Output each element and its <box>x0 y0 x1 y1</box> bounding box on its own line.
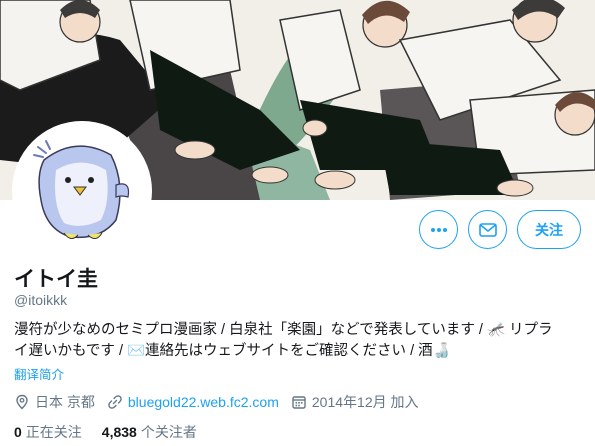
message-button[interactable] <box>468 210 507 249</box>
penguin-avatar-image <box>16 125 148 257</box>
following-count: 0 <box>14 424 22 440</box>
profile-stats: 0 正在关注 4,838 个关注者 <box>14 422 217 442</box>
bio-line-2: イ遅いかもです / ✉️連絡先はウェブサイトをご確認ください / 酒🍶 <box>14 343 451 359</box>
translate-bio-link[interactable]: 翻译简介 <box>14 364 64 383</box>
join-date: 2014年12月 加入 <box>291 392 419 412</box>
following-stat[interactable]: 0 正在关注 <box>14 422 82 442</box>
more-button[interactable] <box>419 210 458 249</box>
location-pin-icon <box>16 394 28 410</box>
more-icon <box>430 227 447 232</box>
location: 日本 京都 <box>14 392 95 412</box>
user-handle: @itoikkk <box>14 292 68 308</box>
link-icon <box>108 395 122 409</box>
follow-button[interactable]: 关注 <box>517 210 581 249</box>
avatar[interactable] <box>12 121 152 261</box>
profile-actions: 关注 <box>419 210 581 249</box>
followers-count: 4,838 <box>101 424 137 440</box>
profile-meta: 日本 京都 bluegold22.web.fc2.com 2014年12月 加入 <box>14 392 431 412</box>
join-date-text: 2014年12月 加入 <box>311 394 419 410</box>
website[interactable]: bluegold22.web.fc2.com <box>107 394 279 410</box>
following-label: 正在关注 <box>25 424 82 440</box>
calendar-icon <box>292 396 306 409</box>
bio-line-1: 漫符が少なめのセミプロ漫画家 / 白泉社「楽園」などで発表しています / 🦟 リ… <box>14 322 553 338</box>
website-link[interactable]: bluegold22.web.fc2.com <box>128 394 279 410</box>
display-name: イトイ圭 <box>14 268 98 291</box>
followers-label: 个关注者 <box>140 424 197 440</box>
profile-bio: 漫符が少なめのセミプロ漫画家 / 白泉社「楽園」などで発表しています / 🦟 リ… <box>14 320 584 362</box>
location-text: 日本 京都 <box>35 394 95 410</box>
envelope-icon <box>478 222 497 237</box>
followers-stat[interactable]: 4,838 个关注者 <box>102 422 197 442</box>
